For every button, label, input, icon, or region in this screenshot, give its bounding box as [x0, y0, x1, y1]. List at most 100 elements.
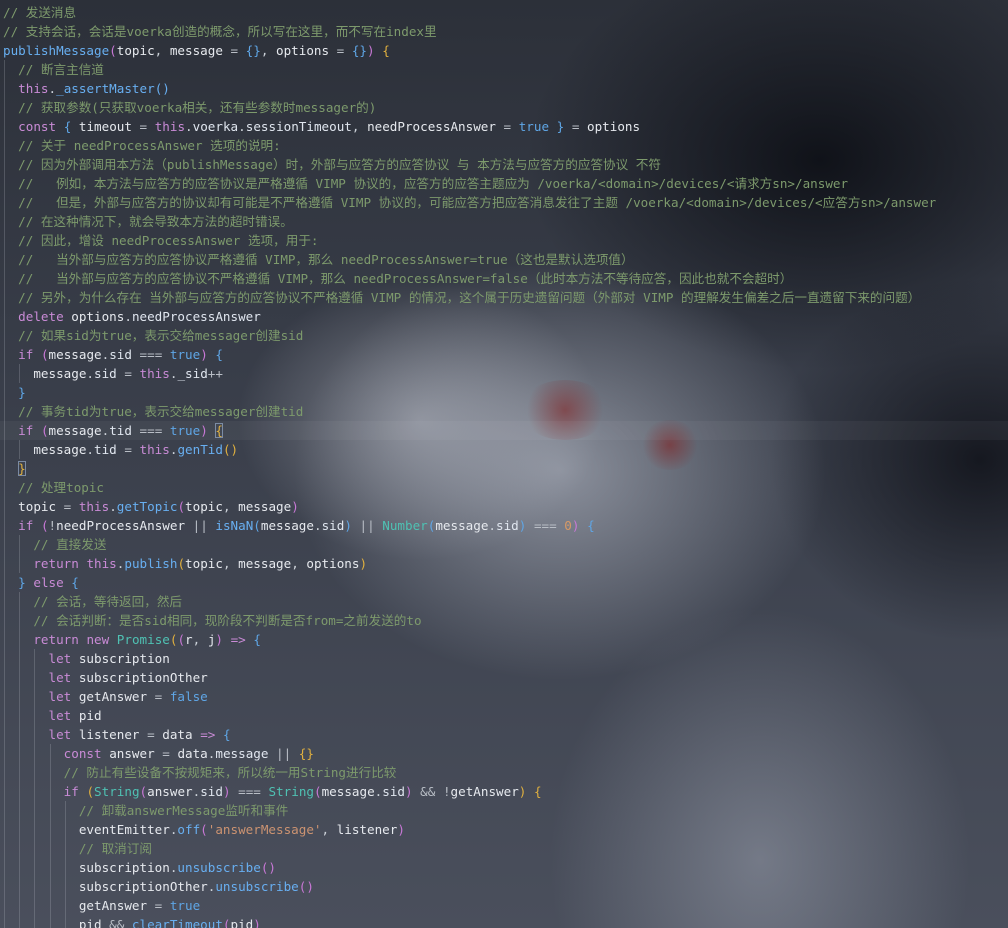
code-line[interactable]: if (!needProcessAnswer || isNaN(message.… [0, 516, 1008, 535]
indent-guide [49, 858, 51, 877]
code-line[interactable]: // 防止有些设备不按规矩来，所以统一用String进行比较 [0, 763, 1008, 782]
code-line[interactable]: let pid [0, 706, 1008, 725]
code-token: pid [230, 917, 254, 928]
indent-guide [19, 820, 21, 839]
code-token: options [587, 119, 641, 134]
indent-guide [4, 345, 5, 364]
code-line[interactable]: let subscription [0, 649, 1008, 668]
code-line[interactable]: // 处理topic [0, 478, 1008, 497]
code-line[interactable]: // 另外，为什么存在 当外部与应答方的应答协议不严格遵循 VIMP 的情况，这… [0, 288, 1008, 307]
code-token: this [139, 442, 170, 457]
code-token: getTopic [116, 499, 178, 514]
code-token: unsubscribe [177, 860, 261, 875]
code-line[interactable]: // 卸载answerMessage监听和事件 [0, 801, 1008, 820]
code-line[interactable]: // 如果sid为true，表示交给messager创建sid [0, 326, 1008, 345]
code-line[interactable]: // 事务tid为true，表示交给messager创建tid [0, 402, 1008, 421]
code-token: ( [40, 518, 49, 533]
code-line[interactable]: return new Promise((r, j) => { [0, 630, 1008, 649]
indent-guide [4, 516, 5, 535]
code-token: 'answerMessage' [207, 822, 322, 837]
indent-guide [4, 383, 5, 402]
code-line[interactable]: delete options.needProcessAnswer [0, 307, 1008, 326]
code-token: && [412, 784, 443, 799]
code-token: {} [245, 43, 261, 58]
code-line[interactable]: let getAnswer = false [0, 687, 1008, 706]
indent-guide [49, 801, 51, 820]
code-line[interactable]: // 断言主信道 [0, 60, 1008, 79]
code-token: if [63, 784, 79, 799]
code-token: ) [215, 632, 223, 647]
code-line[interactable]: // 当外部与应答方的应答协议严格遵循 VIMP，那么 needProcessA… [0, 250, 1008, 269]
code-line[interactable]: const { timeout = this.voerka.sessionTim… [0, 117, 1008, 136]
code-line[interactable]: // 取消订阅 [0, 839, 1008, 858]
code-line[interactable]: // 因此，增设 needProcessAnswer 选项，用于: [0, 231, 1008, 250]
code-token: tid [94, 442, 117, 457]
indent-guide [4, 307, 5, 326]
code-token: ( [86, 784, 95, 799]
code-token: . [488, 518, 497, 533]
code-line[interactable]: this._assertMaster() [0, 79, 1008, 98]
code-line[interactable]: // 在这种情况下，就会导致本方法的超时错误。 [0, 212, 1008, 231]
code-line[interactable]: // 关于 needProcessAnswer 选项的说明: [0, 136, 1008, 155]
code-line[interactable]: // 发送消息 [0, 3, 1008, 22]
code-line[interactable]: // 当外部与应答方的应答协议不严格遵循 VIMP，那么 needProcess… [0, 269, 1008, 288]
code-editor[interactable]: // 发送消息 // 支持会话，会话是voerka创造的概念，所以写在这里，而不写… [0, 0, 1008, 928]
code-line[interactable]: let subscriptionOther [0, 668, 1008, 687]
indent-guide [19, 687, 21, 706]
indent-guide [34, 839, 36, 858]
code-line[interactable]: // 支持会话，会话是voerka创造的概念，所以写在这里，而不写在index里 [0, 22, 1008, 41]
code-line[interactable]: topic = this.getTopic(topic, message) [0, 497, 1008, 516]
code-token: ) [200, 347, 208, 362]
code-token: topic [185, 499, 223, 514]
code-line[interactable]: pid && clearTimeout(pid) [0, 915, 1008, 928]
code-line[interactable]: // 会话判断：是否sid相同，现阶段不判断是否from=之前发送的to [0, 611, 1008, 630]
code-line[interactable]: subscription.unsubscribe() [0, 858, 1008, 877]
code-line[interactable]: // 获取参数(只获取voerka相关，还有些参数时messager的) [0, 98, 1008, 117]
code-line[interactable]: if (String(answer.sid) === String(messag… [0, 782, 1008, 801]
code-line[interactable]: const answer = data.message || {} [0, 744, 1008, 763]
indent-guide [19, 554, 21, 573]
code-line[interactable]: if (message.tid === true) { [0, 421, 1008, 440]
code-token: = [131, 119, 155, 134]
code-line[interactable]: publishMessage(topic, message = {}, opti… [0, 41, 1008, 60]
code-token: clearTimeout [131, 917, 223, 928]
code-line[interactable]: // 但是，外部与应答方的协议却有可能是不严格遵循 VIMP 协议的，可能应答方… [0, 193, 1008, 212]
code-line[interactable]: } [0, 383, 1008, 402]
code-token: // 但是，外部与应答方的协议却有可能是不严格遵循 VIMP 协议的，可能应答方… [18, 195, 937, 210]
code-line[interactable]: } else { [0, 573, 1008, 592]
code-token: topic [185, 556, 223, 571]
code-line[interactable]: return this.publish(topic, message, opti… [0, 554, 1008, 573]
code-line[interactable]: // 直接发送 [0, 535, 1008, 554]
code-token: = [154, 746, 178, 761]
code-token: // 防止有些设备不按规矩来，所以统一用String进行比较 [63, 765, 397, 780]
code-token: ( [313, 784, 322, 799]
code-token: 0 [564, 518, 572, 533]
code-line[interactable]: subscriptionOther.unsubscribe() [0, 877, 1008, 896]
code-line[interactable]: // 例如，本方法与应答方的应答协议是严格遵循 VIMP 协议的，应答方的应答主… [0, 174, 1008, 193]
code-token: ) [405, 784, 413, 799]
code-token: isNaN [215, 518, 254, 533]
code-token: () [298, 879, 314, 894]
code-line[interactable]: // 因为外部调用本方法（publishMessage）时，外部与应答方的应答协… [0, 155, 1008, 174]
code-line[interactable]: message.sid = this._sid++ [0, 364, 1008, 383]
code-line[interactable]: if (message.sid === true) { [0, 345, 1008, 364]
code-line[interactable]: message.tid = this.genTid() [0, 440, 1008, 459]
code-line[interactable]: let listener = data => { [0, 725, 1008, 744]
code-line[interactable]: eventEmitter.off('answerMessage', listen… [0, 820, 1008, 839]
code-line[interactable]: } [0, 459, 1008, 478]
code-token: sessionTimeout [245, 119, 352, 134]
code-token: let [48, 727, 72, 742]
code-line[interactable]: // 会话，等待返回，然后 [0, 592, 1008, 611]
code-token: // 卸载answerMessage监听和事件 [78, 803, 289, 818]
code-line[interactable]: getAnswer = true [0, 896, 1008, 915]
